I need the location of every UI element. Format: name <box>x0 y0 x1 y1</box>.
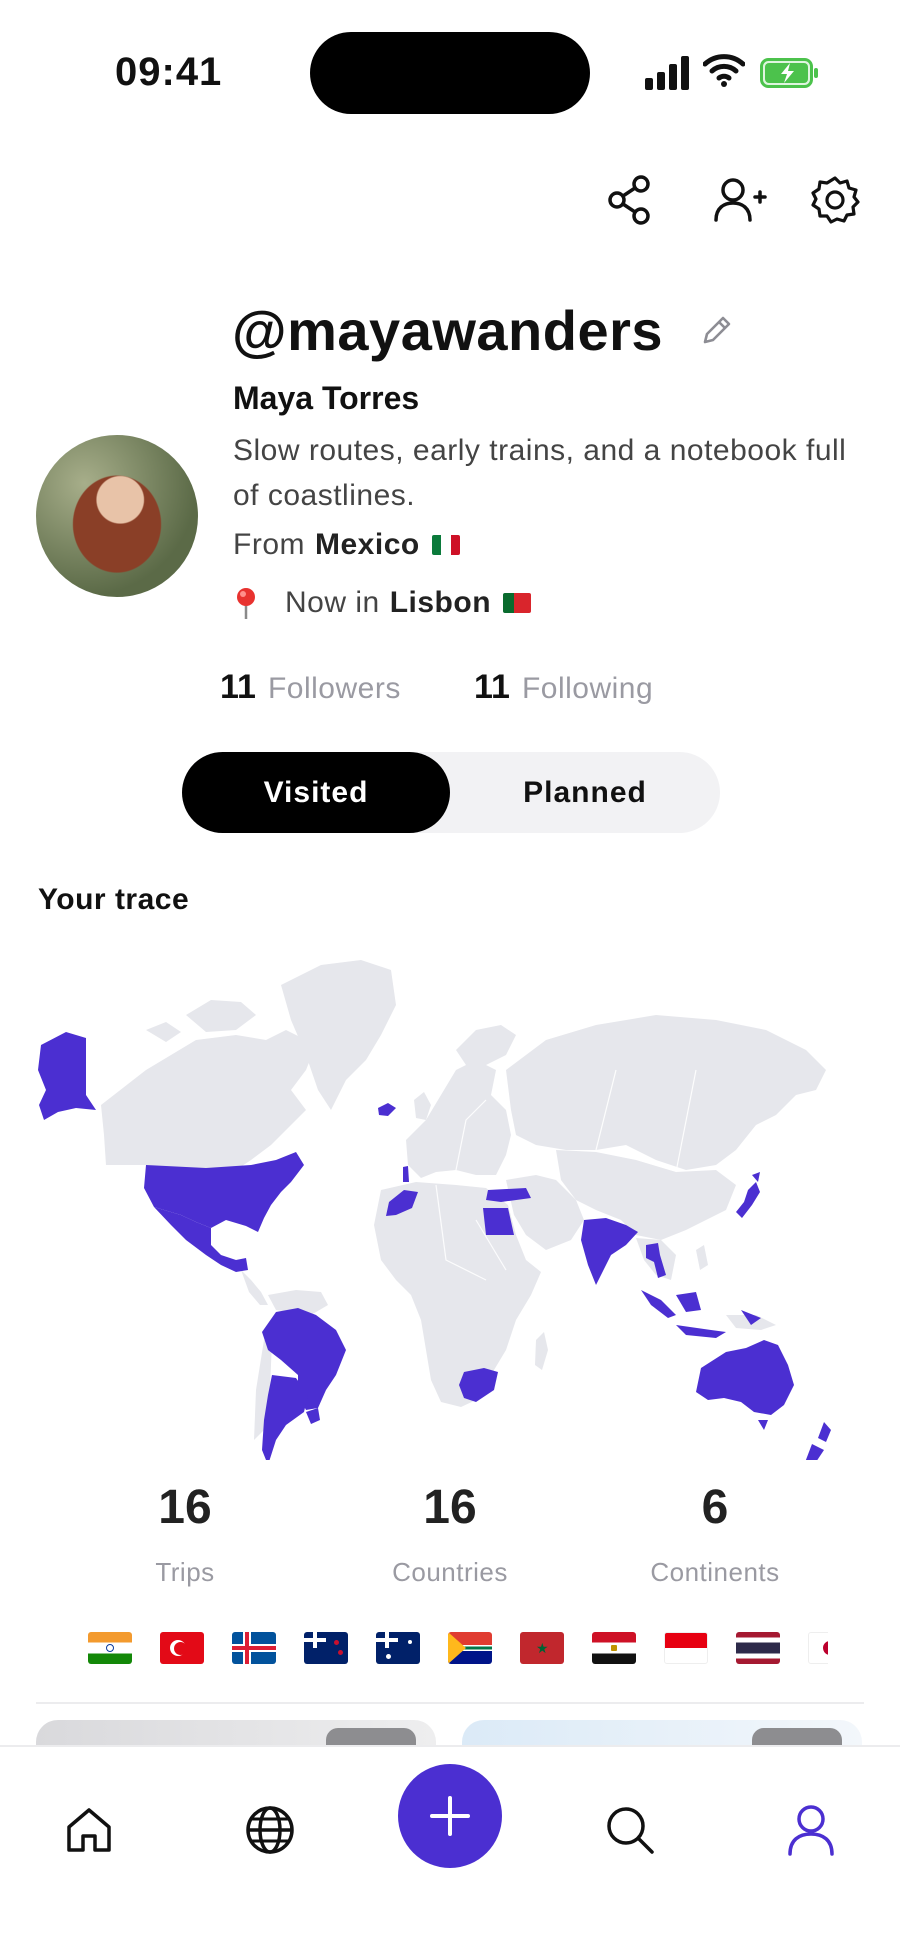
pencil-icon[interactable] <box>699 314 733 348</box>
thailand-flag-icon[interactable] <box>736 1632 780 1664</box>
turkey-flag-icon[interactable] <box>160 1632 204 1664</box>
user-icon <box>788 1805 834 1856</box>
visited-japan-hokkaido[interactable] <box>752 1172 760 1182</box>
trip-type-toggle: Visited Planned <box>182 752 720 833</box>
now-prefix: Now in <box>285 586 380 619</box>
full-name: Maya Torres <box>233 380 420 416</box>
visited-australia[interactable] <box>696 1340 794 1415</box>
pin-icon <box>237 588 255 619</box>
visited-tasmania[interactable] <box>758 1420 768 1430</box>
divider <box>36 1702 864 1704</box>
avatar[interactable] <box>36 435 198 597</box>
plus-icon <box>430 1796 470 1836</box>
current-location: Now in Lisbon <box>233 586 532 620</box>
following-count: 11 <box>474 668 510 706</box>
visited-japan[interactable] <box>736 1182 760 1218</box>
add-user-icon <box>714 178 767 222</box>
status-bar: 09:41 <box>0 0 900 140</box>
followers-label: Followers <box>267 672 401 705</box>
continents-label: Continents <box>650 1557 780 1587</box>
trips-label: Trips <box>155 1557 215 1587</box>
visited-indonesia-3[interactable] <box>676 1292 701 1312</box>
visited-south-africa[interactable] <box>459 1368 498 1402</box>
trips-value: 16 <box>158 1481 212 1534</box>
following-label: Following <box>521 672 654 705</box>
home-icon <box>67 1808 111 1852</box>
portugal-flag-icon <box>503 593 532 613</box>
visited-new-zealand[interactable] <box>818 1422 831 1442</box>
followers-count: 11 <box>220 668 256 706</box>
globe-icon <box>246 1806 294 1854</box>
status-time: 09:41 <box>115 50 223 94</box>
trips-stat[interactable]: 16 Trips <box>85 1480 285 1588</box>
continents-stat[interactable]: 6 Continents <box>615 1480 815 1588</box>
share-icon <box>608 175 650 225</box>
settings-button[interactable] <box>805 170 865 230</box>
continents-value: 6 <box>701 1481 729 1534</box>
search-icon <box>607 1807 654 1854</box>
visited-alaska[interactable] <box>38 1032 96 1120</box>
south-africa-flag-icon[interactable] <box>448 1632 492 1664</box>
share-button[interactable] <box>600 170 660 230</box>
wifi-icon <box>703 54 745 87</box>
visited-india[interactable] <box>581 1218 638 1285</box>
australia-flag-icon[interactable] <box>376 1632 420 1664</box>
nav-explore[interactable] <box>235 1795 305 1865</box>
visited-iceland[interactable] <box>378 1103 396 1116</box>
countries-stat[interactable]: 16 Countries <box>350 1480 550 1588</box>
morocco-flag-icon[interactable]: ★ <box>520 1632 564 1664</box>
from-prefix: From <box>233 528 305 561</box>
nav-search[interactable] <box>595 1795 665 1865</box>
nav-profile[interactable] <box>776 1795 846 1865</box>
indonesia-flag-icon[interactable] <box>664 1632 708 1664</box>
world-map[interactable] <box>36 920 866 1460</box>
gear-icon <box>811 176 860 224</box>
add-trip-button[interactable] <box>398 1764 502 1868</box>
following-link[interactable]: 11 Following <box>474 668 653 707</box>
visited-uruguay[interactable] <box>306 1408 320 1424</box>
visited-portugal[interactable] <box>403 1166 409 1182</box>
visited-flags-row[interactable]: ★ <box>88 1632 828 1666</box>
add-user-button[interactable] <box>710 170 770 230</box>
trace-title: Your trace <box>38 883 190 916</box>
profile-actions <box>0 170 900 240</box>
tab-planned[interactable]: Planned <box>450 752 720 833</box>
bio: Slow routes, early trains, and a noteboo… <box>233 434 847 512</box>
countries-value: 16 <box>423 1481 477 1534</box>
username-row: @mayawanders <box>232 298 733 363</box>
visited-new-zealand-south[interactable] <box>804 1444 824 1460</box>
mexico-flag-icon <box>431 535 460 555</box>
bottom-navigation <box>0 1745 900 1957</box>
nav-home[interactable] <box>54 1795 124 1865</box>
egypt-flag-icon[interactable] <box>592 1632 636 1664</box>
hometown: From Mexico <box>233 528 460 562</box>
username: @mayawanders <box>232 299 664 362</box>
now-city: Lisbon <box>389 586 492 619</box>
visited-indonesia-2[interactable] <box>676 1325 726 1338</box>
battery-charging-icon <box>760 58 818 88</box>
japan-flag-icon[interactable] <box>808 1632 828 1664</box>
new-zealand-flag-icon[interactable] <box>304 1632 348 1664</box>
countries-label: Countries <box>392 1557 508 1587</box>
tab-visited[interactable]: Visited <box>182 752 450 833</box>
iceland-flag-icon[interactable] <box>232 1632 276 1664</box>
dynamic-island <box>310 32 590 114</box>
visited-indonesia[interactable] <box>641 1290 676 1318</box>
cellular-signal-icon <box>645 56 691 90</box>
follow-counts: 11 Followers 11 Following <box>0 668 900 712</box>
from-country: Mexico <box>315 528 420 561</box>
india-flag-icon[interactable] <box>88 1632 132 1664</box>
followers-link[interactable]: 11 Followers <box>220 668 401 707</box>
